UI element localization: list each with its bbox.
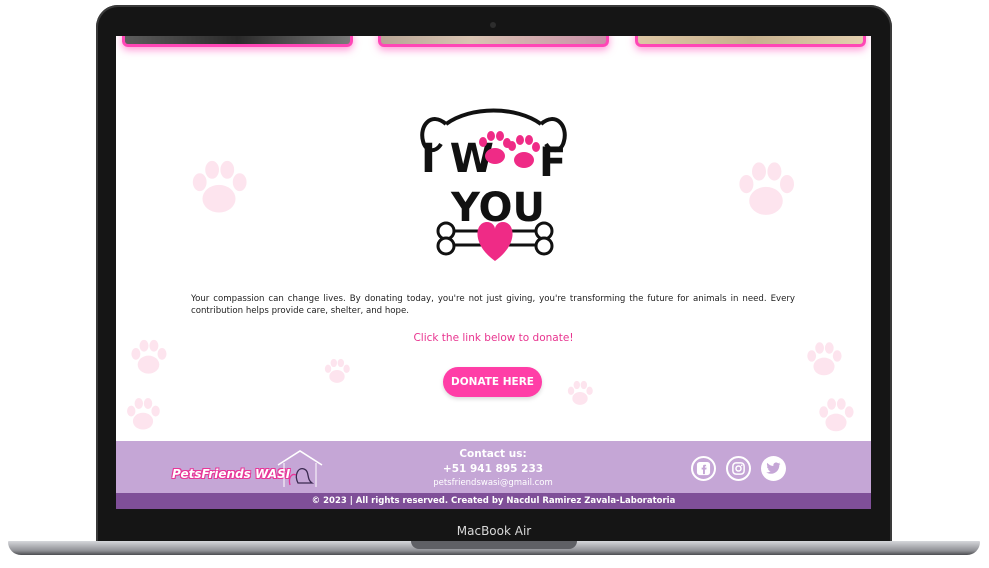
donation-message: Your compassion can change lives. By don… [191, 294, 795, 316]
footer-brand[interactable]: PetsFriends WASI [172, 467, 290, 481]
copyright-bar: © 2023 | All rights reserved. Created by… [116, 493, 871, 509]
paw-print-icon [127, 398, 160, 430]
contact-email[interactable]: petsfriendswasi@gmail.com [393, 477, 593, 490]
i-woof-you-logo: I W F YOU [420, 108, 567, 261]
gallery-card-1[interactable] [122, 36, 353, 47]
instagram-icon[interactable] [726, 456, 751, 481]
facebook-icon[interactable] [691, 456, 716, 481]
gallery-card-3[interactable] [635, 36, 866, 47]
twitter-icon[interactable] [761, 456, 786, 481]
paw-print-icon [567, 380, 593, 405]
paw-print-icon [192, 160, 247, 213]
paw-print-icon [807, 342, 842, 376]
laptop-notch [411, 541, 577, 549]
contact-title: Contact us: [459, 448, 527, 460]
footer: PetsFriends WASI Contact us: +51 941 895… [116, 441, 871, 493]
donate-button[interactable]: DONATE HERE [443, 367, 542, 397]
paw-print-icon [324, 358, 350, 383]
camera-dot [490, 22, 496, 28]
gallery-card-2[interactable] [378, 36, 609, 47]
donate-prompt: Click the link below to donate! [413, 332, 574, 344]
contact-phone[interactable]: +51 941 895 233 [393, 462, 593, 477]
screen: I W F YOU Your compassion can change liv… [116, 36, 871, 509]
device-label: MacBook Air [456, 524, 532, 538]
contact-block: Contact us: +51 941 895 233 petsfriendsw… [393, 447, 593, 490]
pet-house-icon [277, 450, 323, 487]
paw-print-icon [739, 162, 794, 215]
logo-text-f: F [539, 140, 566, 186]
paw-print-icon [819, 398, 854, 432]
